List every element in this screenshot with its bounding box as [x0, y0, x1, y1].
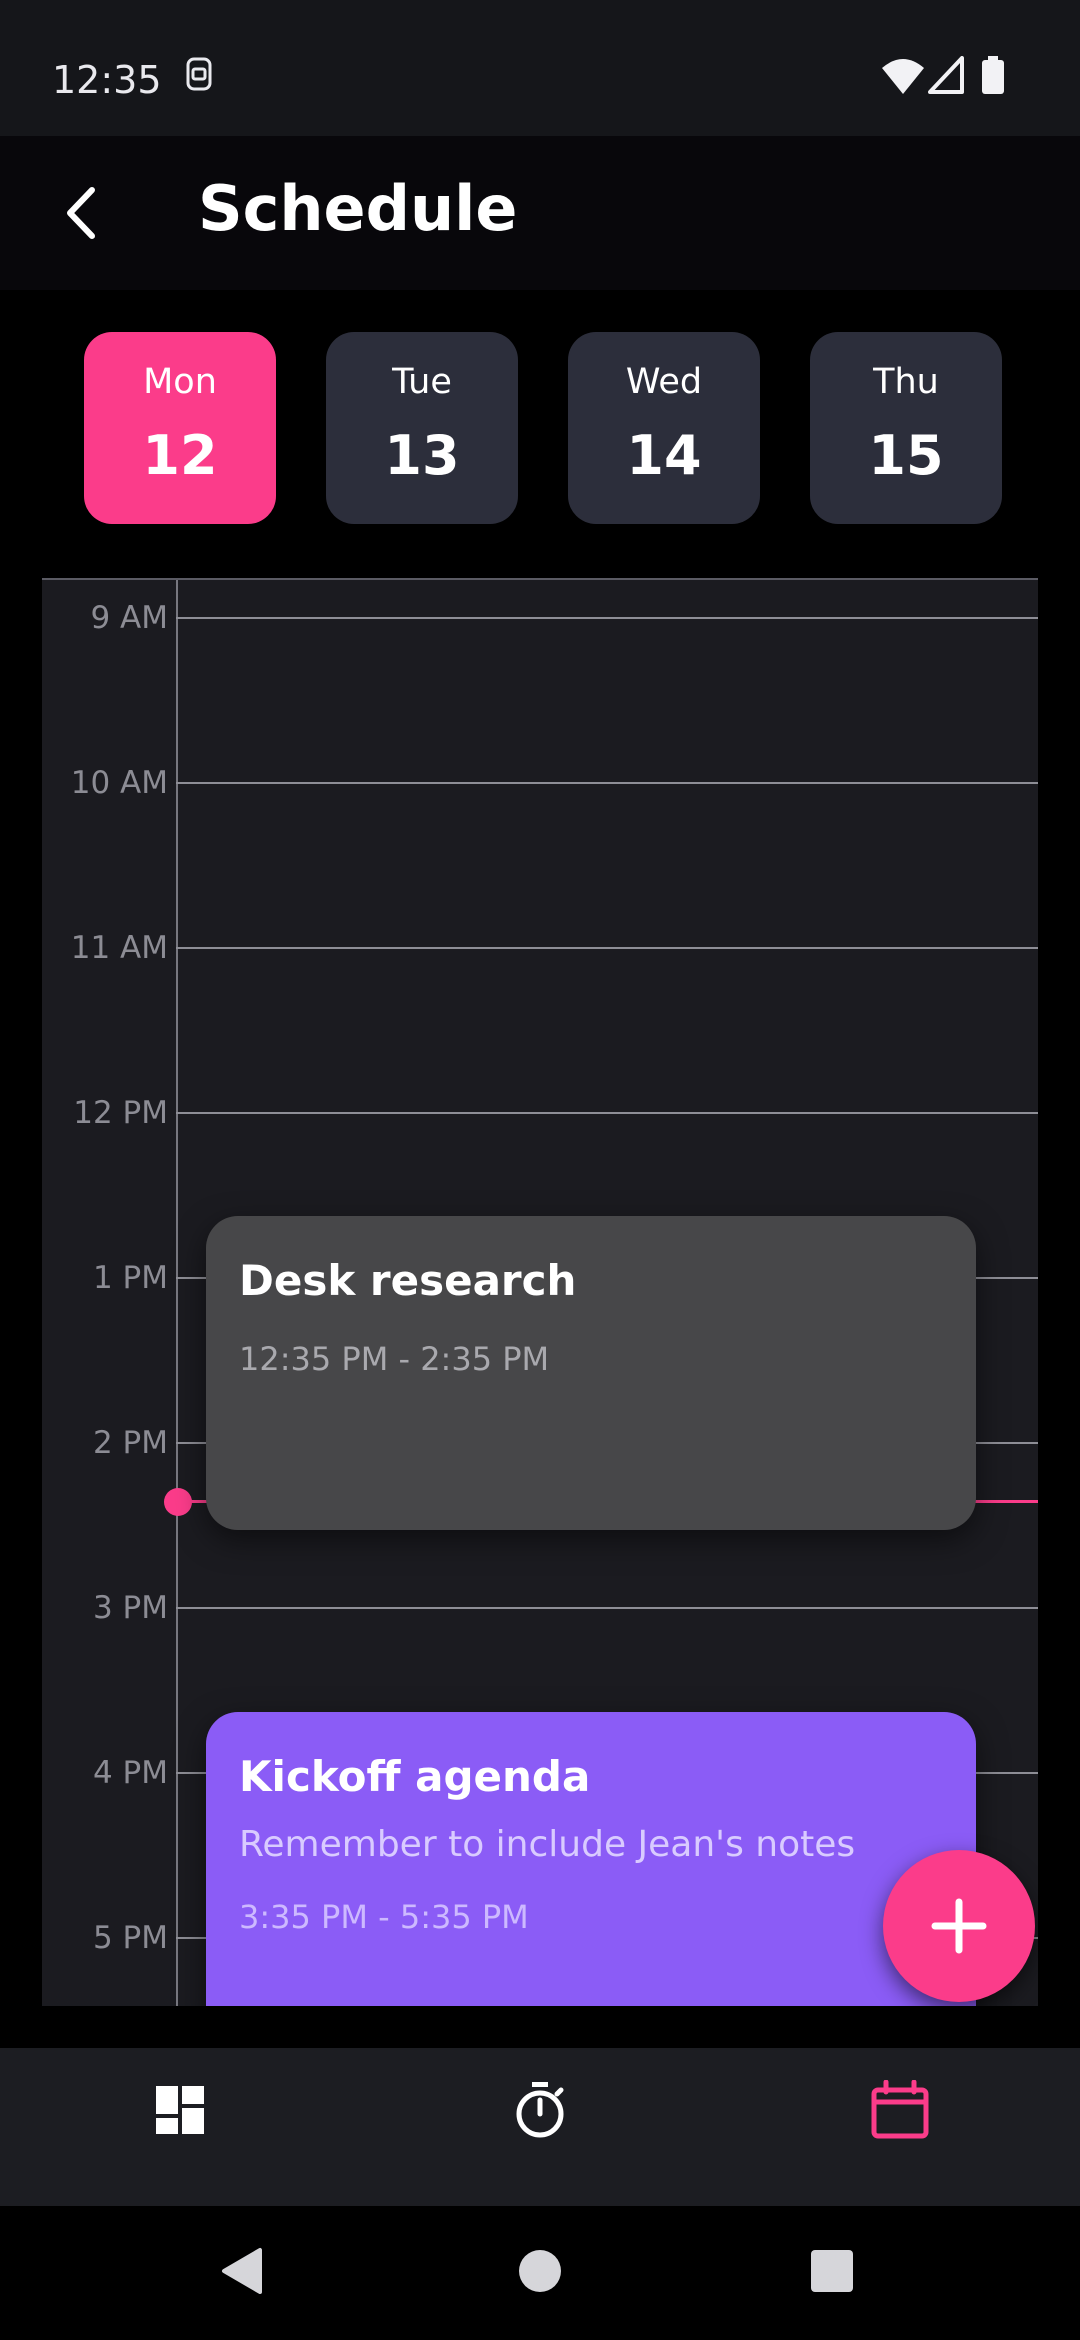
event-time: 3:35 PM - 5:35 PM: [239, 1898, 529, 1936]
hour-label: 9 AM: [90, 600, 168, 636]
system-recents-button[interactable]: [797, 2236, 867, 2306]
hour-row: 9 AM: [42, 598, 1038, 638]
system-home-button[interactable]: [505, 2236, 575, 2306]
hour-divider: [176, 1112, 1038, 1114]
day-name: Thu: [873, 362, 939, 402]
status-bar: 12:35: [0, 0, 1080, 136]
system-back-button[interactable]: [210, 2236, 280, 2306]
hour-divider: [176, 1607, 1038, 1609]
battery-icon: [980, 56, 1006, 100]
dashboard-icon: [156, 2086, 204, 2134]
hour-divider: [176, 617, 1038, 619]
timer-icon: [516, 2082, 564, 2138]
day-number: 15: [868, 424, 944, 487]
hour-label: 11 AM: [70, 930, 168, 966]
hour-label: 10 AM: [70, 765, 168, 801]
nav-timer[interactable]: [480, 2070, 600, 2170]
event-card-desk-research[interactable]: Desk research 12:35 PM - 2:35 PM: [206, 1216, 976, 1530]
sim-card-icon: [184, 56, 214, 96]
day-name: Tue: [392, 362, 452, 402]
back-button[interactable]: [48, 176, 122, 250]
hour-label: 4 PM: [92, 1755, 168, 1791]
app-bar: Schedule: [0, 136, 1080, 290]
day-name: Mon: [143, 362, 217, 402]
hour-label: 3 PM: [92, 1590, 168, 1626]
hour-label: 1 PM: [92, 1260, 168, 1296]
add-event-button[interactable]: [883, 1850, 1035, 2002]
system-navigation: [0, 2206, 1080, 2340]
back-arrow-icon: [67, 187, 95, 239]
signal-icon: [928, 56, 964, 98]
day-number: 14: [626, 424, 702, 487]
bottom-navigation: [0, 2048, 1080, 2206]
calendar-icon: [871, 2080, 929, 2139]
day-chip-tue[interactable]: Tue 13: [326, 332, 518, 524]
day-number: 13: [384, 424, 460, 487]
hour-label: 5 PM: [92, 1920, 168, 1956]
status-time: 12:35: [52, 58, 162, 102]
hour-row: 10 AM: [42, 763, 1038, 803]
hour-divider: [176, 947, 1038, 949]
hour-row: 11 AM: [42, 928, 1038, 968]
event-title: Kickoff agenda: [239, 1752, 591, 1801]
plus-icon: [931, 1898, 987, 1954]
home-circle-icon: [519, 2250, 561, 2292]
schedule-content: Mon 12 Tue 13 Wed 14 Thu 15 9 AM 10 AM 1…: [0, 290, 1080, 2296]
event-card-kickoff-agenda[interactable]: Kickoff agenda Remember to include Jean'…: [206, 1712, 976, 2042]
hour-row: 12 PM: [42, 1093, 1038, 1133]
day-chip-mon[interactable]: Mon 12: [84, 332, 276, 524]
timeline-bottom-edge: [0, 2006, 1080, 2048]
event-note: Remember to include Jean's notes: [239, 1824, 856, 1865]
day-number: 12: [142, 424, 218, 487]
event-title: Desk research: [239, 1256, 577, 1305]
hour-label: 12 PM: [73, 1095, 168, 1131]
day-chip-thu[interactable]: Thu 15: [810, 332, 1002, 524]
day-name: Wed: [625, 362, 703, 402]
page-title: Schedule: [198, 172, 518, 245]
event-time: 12:35 PM - 2:35 PM: [239, 1340, 550, 1378]
hour-row: 3 PM: [42, 1588, 1038, 1628]
hour-label: 2 PM: [92, 1425, 168, 1461]
day-chip-wed[interactable]: Wed 14: [568, 332, 760, 524]
back-triangle-icon: [222, 2248, 262, 2294]
hour-divider: [176, 782, 1038, 784]
recents-square-icon: [811, 2250, 853, 2292]
nav-calendar[interactable]: [840, 2070, 960, 2170]
wifi-icon: [880, 56, 926, 100]
nav-dashboard[interactable]: [120, 2070, 240, 2170]
